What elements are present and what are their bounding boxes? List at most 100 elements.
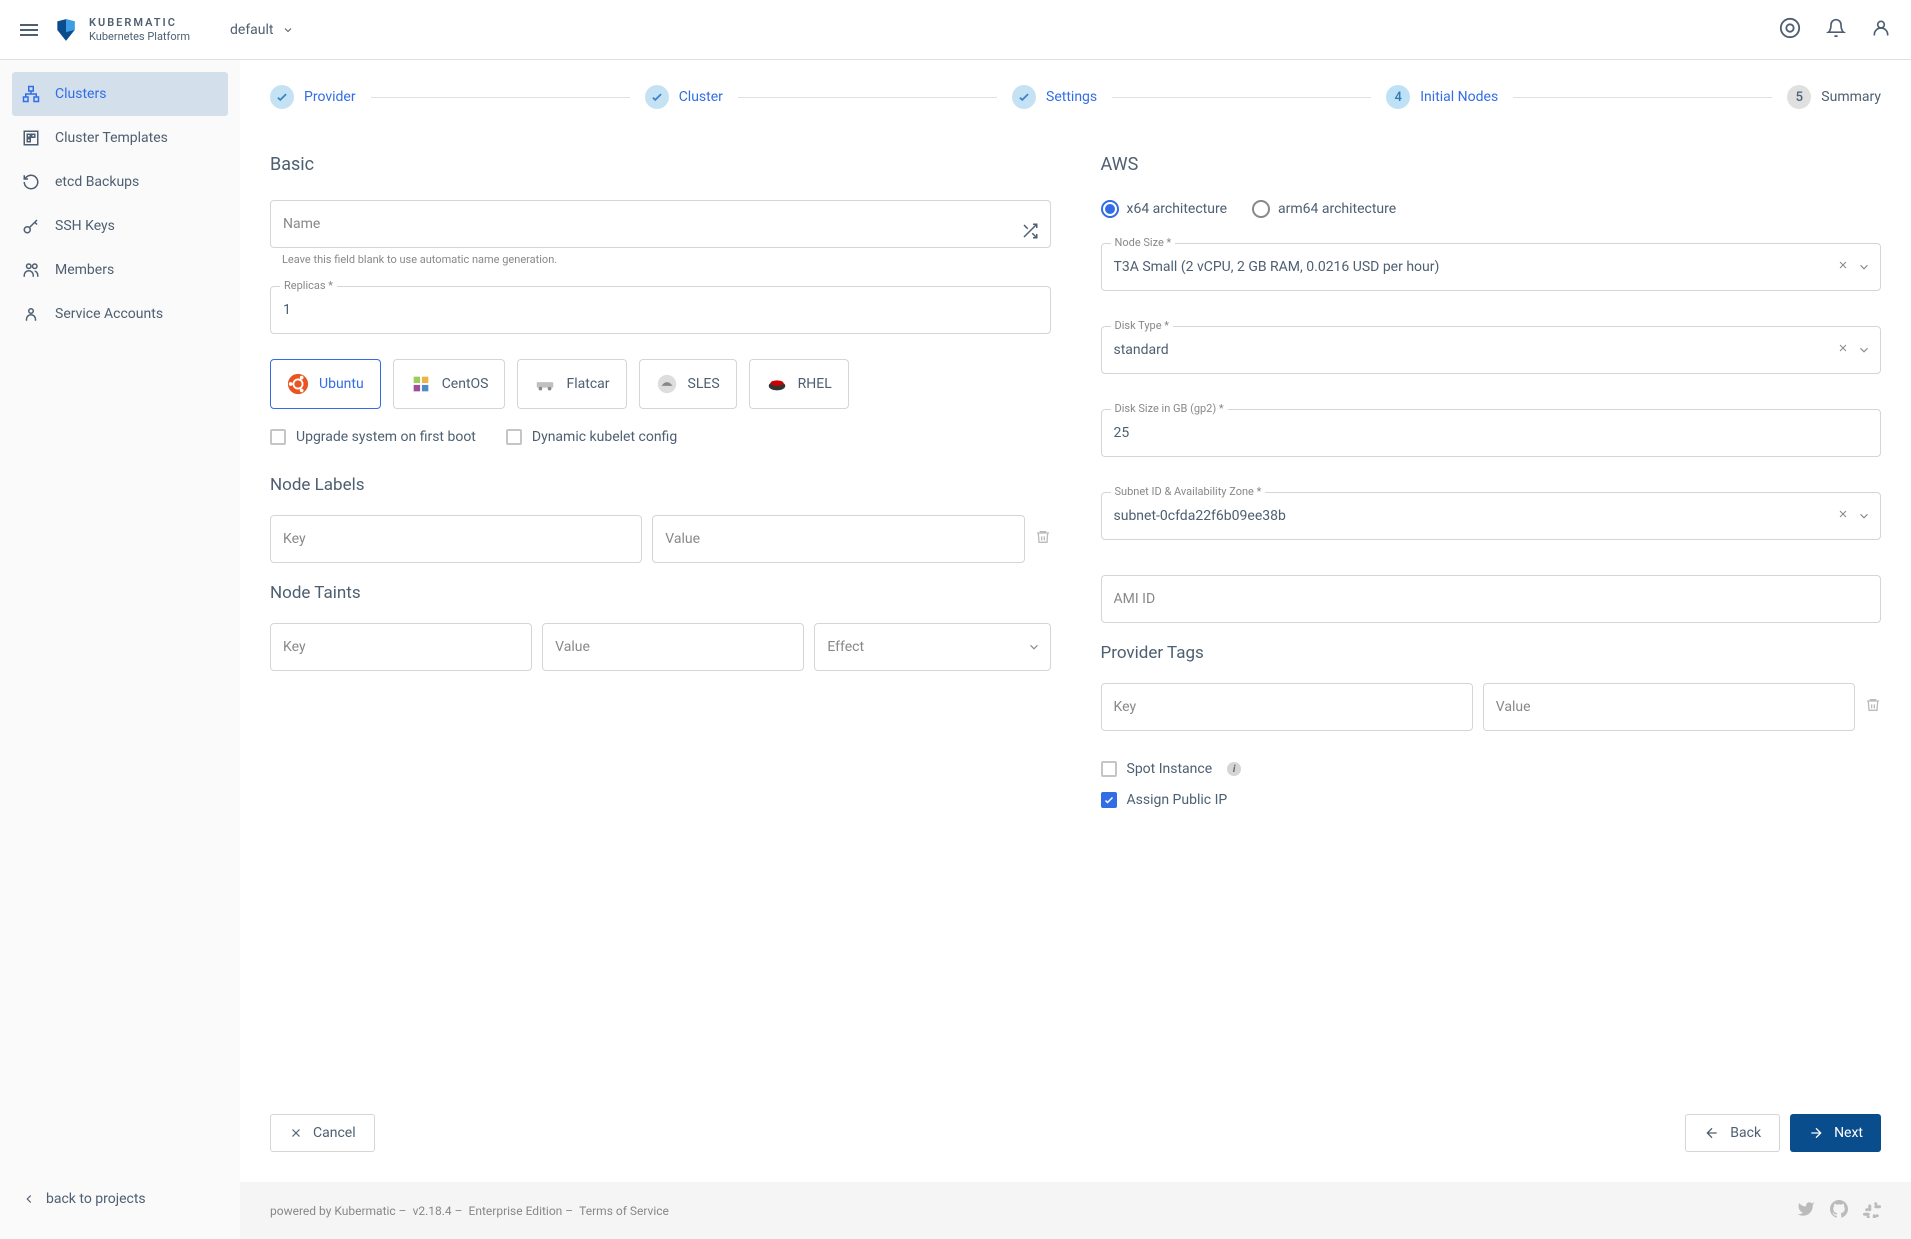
node-size-label: Node Size *	[1111, 236, 1176, 249]
spot-instance-checkbox[interactable]: Spot Instance i	[1101, 761, 1882, 777]
step-line	[1112, 97, 1371, 98]
assign-public-ip-checkbox[interactable]: Assign Public IP	[1101, 792, 1882, 808]
aws-heading: AWS	[1101, 154, 1882, 175]
disk-type-label: Disk Type *	[1111, 319, 1174, 332]
public-ip-label: Assign Public IP	[1127, 792, 1228, 808]
label-key-input[interactable]	[270, 515, 642, 563]
replicas-input[interactable]	[270, 286, 1051, 334]
node-size-select[interactable]	[1101, 243, 1882, 291]
close-icon	[289, 1126, 303, 1140]
next-label: Next	[1834, 1125, 1863, 1141]
os-flatcar[interactable]: Flatcar	[517, 359, 626, 409]
upgrade-label: Upgrade system on first boot	[296, 429, 476, 445]
upgrade-checkbox[interactable]: Upgrade system on first boot	[270, 429, 476, 445]
dynamic-kubelet-checkbox[interactable]: Dynamic kubelet config	[506, 429, 677, 445]
step-number: 4	[1386, 85, 1410, 109]
step-line	[371, 97, 630, 98]
footer-edition: Enterprise Edition –	[469, 1204, 574, 1218]
sidebar-item-templates[interactable]: Cluster Templates	[12, 116, 228, 160]
replicas-label: Replicas *	[280, 279, 337, 292]
centos-icon	[410, 373, 432, 395]
label-value-input[interactable]	[652, 515, 1024, 563]
service-accounts-icon	[22, 305, 40, 323]
help-icon[interactable]	[1779, 17, 1801, 43]
os-sles[interactable]: SLES	[639, 359, 737, 409]
delete-icon[interactable]	[1865, 697, 1881, 717]
back-to-projects[interactable]: back to projects	[12, 1171, 228, 1227]
sidebar-item-etcd[interactable]: etcd Backups	[12, 160, 228, 204]
info-icon[interactable]: i	[1227, 762, 1241, 776]
taint-effect-select[interactable]	[814, 623, 1050, 671]
key-icon	[22, 217, 40, 235]
disk-size-input[interactable]	[1101, 409, 1882, 457]
os-rhel[interactable]: RHEL	[749, 359, 849, 409]
disk-size-label: Disk Size in GB (gp2) *	[1111, 402, 1228, 415]
node-taints-heading: Node Taints	[270, 583, 1051, 603]
os-label: SLES	[688, 376, 720, 392]
sidebar-item-sshkeys[interactable]: SSH Keys	[12, 204, 228, 248]
arch-x64-label: x64 architecture	[1127, 201, 1228, 217]
tag-value-input[interactable]	[1483, 683, 1855, 731]
sidebar-item-serviceaccounts[interactable]: Service Accounts	[12, 292, 228, 336]
sidebar-item-clusters[interactable]: Clusters	[12, 72, 228, 116]
step-initial-nodes[interactable]: 4 Initial Nodes	[1386, 85, 1498, 109]
taint-value-input[interactable]	[542, 623, 804, 671]
step-summary[interactable]: 5 Summary	[1787, 85, 1881, 109]
clear-icon[interactable]	[1837, 342, 1849, 358]
back-to-projects-label: back to projects	[46, 1191, 146, 1207]
cancel-button[interactable]: Cancel	[270, 1114, 375, 1152]
taint-key-input[interactable]	[270, 623, 532, 671]
step-cluster[interactable]: Cluster	[645, 85, 723, 109]
sidebar-item-members[interactable]: Members	[12, 248, 228, 292]
flatcar-icon	[534, 373, 556, 395]
check-icon	[1012, 85, 1036, 109]
ubuntu-icon	[287, 373, 309, 395]
basic-heading: Basic	[270, 154, 1051, 175]
os-centos[interactable]: CentOS	[393, 359, 506, 409]
clear-icon[interactable]	[1837, 259, 1849, 275]
shuffle-icon[interactable]	[1021, 222, 1039, 244]
disk-type-select[interactable]	[1101, 326, 1882, 374]
checkbox-icon	[270, 429, 286, 445]
chevron-left-icon	[22, 1192, 36, 1206]
back-button[interactable]: Back	[1685, 1114, 1780, 1152]
step-label: Settings	[1046, 89, 1097, 105]
checkbox-icon	[1101, 761, 1117, 777]
step-label: Cluster	[679, 89, 723, 105]
footer-tos[interactable]: Terms of Service	[579, 1204, 669, 1218]
ami-id-input[interactable]	[1101, 575, 1882, 623]
name-input[interactable]	[270, 200, 1051, 248]
kubermatic-logo-icon	[53, 17, 79, 43]
step-provider[interactable]: Provider	[270, 85, 356, 109]
chevron-down-icon[interactable]	[1857, 343, 1871, 357]
twitter-icon[interactable]	[1797, 1200, 1815, 1221]
subnet-select[interactable]	[1101, 492, 1882, 540]
sles-icon	[656, 373, 678, 395]
chevron-down-icon[interactable]	[1027, 640, 1041, 654]
user-account-icon[interactable]	[1871, 18, 1891, 42]
os-ubuntu[interactable]: Ubuntu	[270, 359, 381, 409]
project-selector[interactable]: default	[230, 22, 294, 38]
arch-x64-radio[interactable]: x64 architecture	[1101, 200, 1228, 218]
tag-key-input[interactable]	[1101, 683, 1473, 731]
chevron-down-icon	[282, 24, 294, 36]
next-button[interactable]: Next	[1790, 1114, 1881, 1152]
clear-icon[interactable]	[1837, 508, 1849, 524]
hamburger-menu[interactable]	[20, 24, 38, 36]
step-settings[interactable]: Settings	[1012, 85, 1097, 109]
sidebar-item-label: Service Accounts	[55, 306, 163, 322]
brand-logo: KUBERMATIC Kubernetes Platform	[53, 16, 190, 42]
check-icon	[270, 85, 294, 109]
step-label: Initial Nodes	[1420, 89, 1498, 105]
github-icon[interactable]	[1830, 1200, 1848, 1221]
dynamic-label: Dynamic kubelet config	[532, 429, 677, 445]
check-icon	[645, 85, 669, 109]
arch-arm64-radio[interactable]: arm64 architecture	[1252, 200, 1396, 218]
chevron-down-icon[interactable]	[1857, 509, 1871, 523]
delete-icon[interactable]	[1035, 529, 1051, 549]
notification-bell-icon[interactable]	[1826, 18, 1846, 42]
chevron-down-icon[interactable]	[1857, 260, 1871, 274]
footer-powered: powered by Kubermatic –	[270, 1204, 407, 1218]
step-line	[1513, 97, 1772, 98]
slack-icon[interactable]	[1863, 1200, 1881, 1221]
